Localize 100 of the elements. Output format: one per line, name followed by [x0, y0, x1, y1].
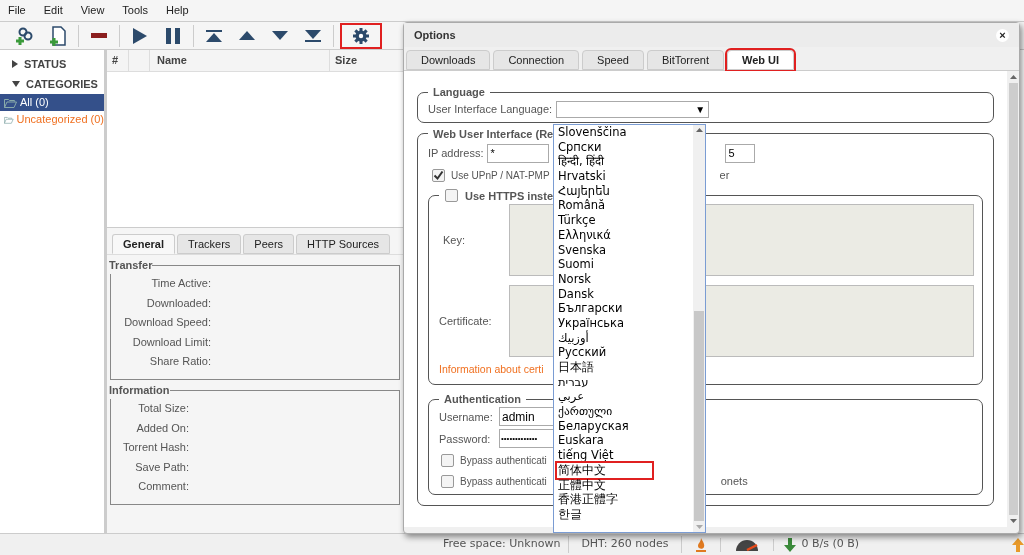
tab[interactable]: Connection — [493, 50, 580, 70]
menu-item[interactable]: Help — [166, 2, 189, 19]
field-label: Save Path: — [135, 459, 189, 475]
language-option[interactable]: עברית — [557, 374, 693, 390]
checkbox[interactable] — [441, 475, 454, 488]
field-label: Torrent Hash: — [122, 440, 189, 455]
free-space-text: Free space: Unknown — [435, 536, 570, 553]
section-title: Web User Interface (Re — [432, 126, 555, 142]
scroll-down-icon — [695, 525, 703, 529]
field-label: Share Ratio: — [149, 354, 211, 369]
checkbox-label: er — [719, 168, 730, 183]
tab[interactable]: Speed — [582, 50, 644, 70]
section-header[interactable]: STATUS — [0, 54, 104, 74]
language-option[interactable]: Ελληνικά — [557, 227, 693, 243]
language-option[interactable]: Беларуская — [557, 418, 693, 434]
language-option[interactable]: Dansk — [557, 286, 693, 302]
link-plus-icon — [15, 25, 35, 46]
column-header[interactable]: # — [107, 50, 129, 71]
folder-icon — [4, 114, 14, 125]
settings-icon — [353, 27, 369, 44]
language-option[interactable]: 简体中文 — [557, 462, 652, 478]
dht-text: DHT: 260 nodes — [569, 536, 682, 553]
checkbox-label: Bypass authenticati — [460, 454, 547, 469]
scroll-up-icon — [695, 128, 703, 132]
field-label: Comment: — [138, 479, 189, 494]
tab[interactable]: HTTP Sources — [296, 234, 391, 254]
scrollbar-thumb[interactable] — [694, 311, 704, 521]
language-option[interactable]: Suomi — [557, 257, 693, 272]
port-field[interactable]: 5 — [725, 144, 756, 163]
language-option[interactable]: 한글 — [557, 506, 693, 522]
tab[interactable]: BitTorrent — [646, 50, 724, 70]
language-option[interactable]: Հայերեն — [557, 183, 693, 199]
language-option[interactable]: أوزبيك — [557, 330, 693, 346]
download-arrow-icon — [783, 537, 796, 552]
close-button[interactable]: × — [996, 28, 1009, 42]
language-option[interactable]: ქართული — [557, 404, 693, 419]
language-option[interactable]: Slovenščina — [557, 125, 693, 140]
move-bottom-icon — [305, 29, 321, 42]
field-label: Time Active: — [151, 276, 211, 291]
field-label: IP address: — [428, 146, 484, 162]
language-select[interactable]: ▼ — [556, 100, 710, 118]
field-label: Downloaded: — [146, 295, 211, 311]
language-option[interactable]: Norsk — [557, 271, 693, 287]
caret-icon: ▼ — [695, 101, 706, 117]
ip-address-field[interactable]: * — [487, 144, 550, 163]
language-option[interactable]: 正體中文 — [557, 477, 693, 493]
caret-down-icon — [12, 81, 20, 87]
language-option[interactable]: 香港正體字 — [557, 492, 693, 507]
section-title: Language — [432, 85, 486, 100]
play-icon — [133, 27, 147, 44]
triangle-up-icon — [239, 31, 255, 40]
menu-item[interactable]: File — [8, 2, 26, 19]
language-option[interactable]: Română — [557, 198, 693, 214]
caret-right-icon — [12, 60, 18, 68]
checkbox[interactable] — [432, 168, 445, 182]
language-option[interactable]: Српски — [557, 139, 693, 155]
file-plus-icon — [49, 25, 67, 46]
field-label: Total Size: — [138, 401, 189, 416]
language-option[interactable]: Türkçe — [557, 213, 693, 228]
toolbar-button[interactable] — [342, 24, 380, 47]
tab[interactable]: Downloads — [406, 50, 491, 70]
move-top-icon — [206, 29, 222, 42]
menu-item[interactable]: Edit — [43, 2, 63, 19]
language-option[interactable]: हिन्दी, हिंदी — [557, 154, 693, 170]
scrollbar-thumb[interactable] — [1008, 83, 1018, 515]
language-option[interactable]: Svenska — [557, 242, 693, 258]
checkbox-label: Bypass authenticati — [460, 475, 547, 489]
checkbox[interactable] — [445, 189, 458, 203]
field-label: Download Limit: — [132, 334, 211, 350]
field-label: Certificate: — [439, 313, 493, 329]
tab[interactable]: General — [112, 234, 175, 254]
group-title: Transfer — [109, 258, 153, 273]
column-header[interactable]: Name — [150, 50, 330, 71]
pause-icon — [166, 27, 180, 44]
tab[interactable]: Web UI — [726, 50, 795, 70]
field-label: Username: — [439, 409, 494, 425]
checkbox[interactable] — [441, 454, 454, 468]
language-option[interactable]: Български — [557, 301, 693, 316]
menu-item[interactable]: Tools — [122, 2, 149, 19]
column-header[interactable]: Size — [330, 50, 357, 71]
language-option[interactable]: Русский — [557, 345, 693, 360]
language-option[interactable]: Українська — [557, 315, 693, 331]
menu-item[interactable]: View — [80, 2, 105, 19]
language-option[interactable]: Hrvatski — [557, 169, 693, 184]
language-option[interactable]: 日本語 — [557, 360, 693, 375]
section-header[interactable]: CATEGORIES — [0, 74, 104, 94]
language-option[interactable]: عربي — [557, 389, 693, 405]
tab[interactable]: Peers — [243, 234, 295, 254]
download-speed-text: 0 B/s (0 B) — [801, 536, 860, 553]
scroll-up-icon — [1009, 75, 1017, 79]
language-option[interactable]: Euskara — [557, 433, 693, 449]
language-option[interactable]: tiếng Việt — [557, 448, 693, 463]
checkbox-label: Use UPnP / NAT-PMP — [451, 168, 550, 183]
scroll-down-icon — [1009, 519, 1017, 523]
checkbox-label: onets — [720, 474, 748, 490]
speedometer-icon — [734, 538, 759, 551]
category-item[interactable]: All (0) — [0, 94, 104, 111]
triangle-down-icon — [272, 31, 288, 40]
group-title: Information — [109, 383, 170, 398]
tab[interactable]: Trackers — [176, 234, 242, 254]
